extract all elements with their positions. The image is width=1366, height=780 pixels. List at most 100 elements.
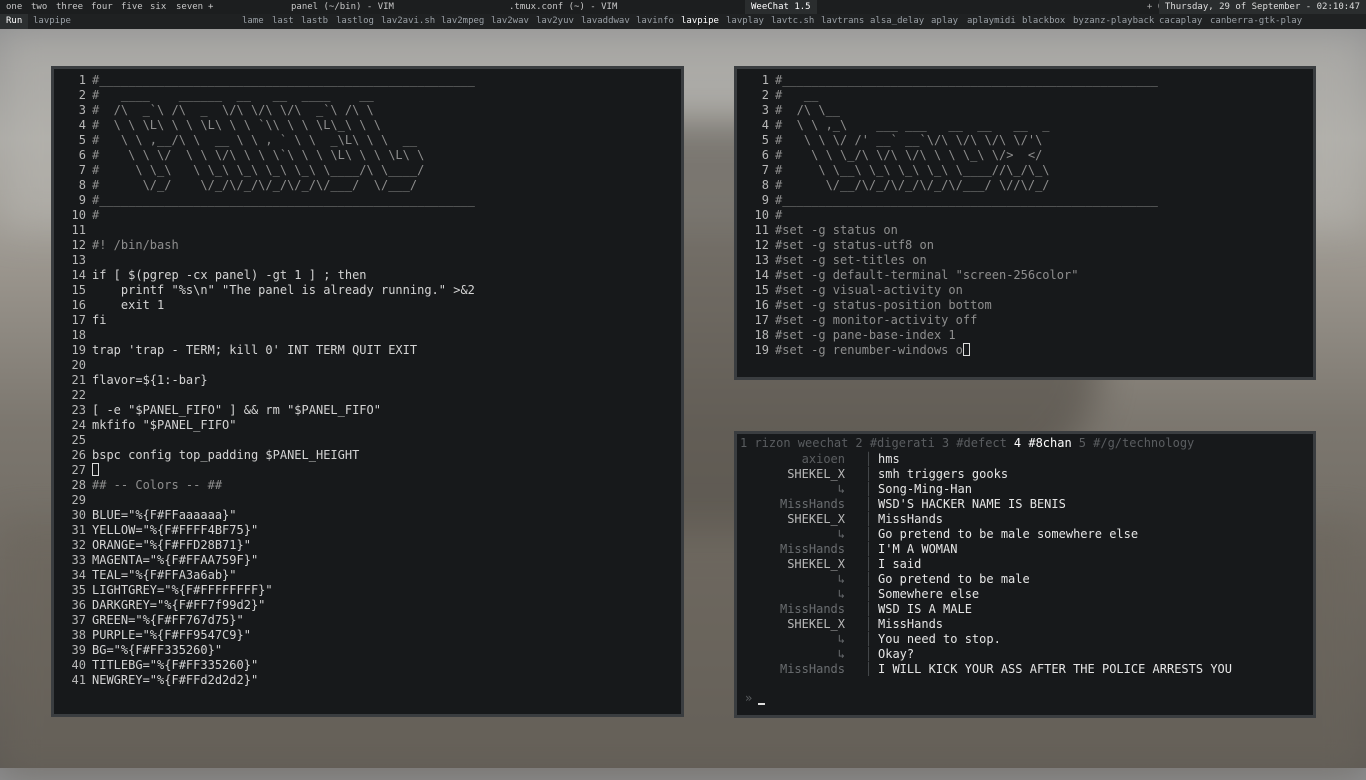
code-line[interactable]: 4 # \ \ ,_\ ___ ___ __ __ __ _ (747, 118, 1158, 133)
workspace-one[interactable]: one (6, 0, 22, 14)
run-suggestion[interactable]: byzanz-playback (1073, 14, 1154, 29)
workspace-two[interactable]: two (31, 0, 47, 14)
code-line[interactable]: 16 exit 1 (64, 298, 475, 313)
code-line[interactable]: 33 MAGENTA="%{F#FFAA759F}" (64, 553, 475, 568)
code-line[interactable]: 11 (64, 223, 475, 238)
run-suggestion[interactable]: lav2mpeg (441, 14, 484, 29)
nick[interactable]: SHEKEL_X (737, 617, 845, 632)
run-suggestion[interactable]: lav2avi.sh (381, 14, 435, 29)
nick[interactable]: MissHands (737, 662, 845, 677)
nick[interactable]: MissHands (737, 602, 845, 617)
weechat-tab[interactable]: 4 #8chan (1014, 436, 1072, 450)
workspace-three[interactable]: three (56, 0, 83, 14)
run-suggestion[interactable]: lavtrans (821, 14, 864, 29)
code-line[interactable]: 3 # /\ \__ (747, 103, 1158, 118)
code-line[interactable]: 5 # \ \ ,__/\ \ __ \ \ , ` \ \ _\L\ \ \ _… (64, 133, 475, 148)
run-suggestion[interactable]: lavtc.sh (771, 14, 814, 29)
code-line[interactable]: 12 #! /bin/bash (64, 238, 475, 253)
run-suggestion[interactable]: lame (242, 14, 264, 29)
code-line[interactable]: 32 ORANGE="%{F#FFD28B71}" (64, 538, 475, 553)
weechat-tab[interactable]: 5 #/g/technology (1079, 436, 1195, 450)
code-line[interactable]: 9 #______________________________________… (64, 193, 475, 208)
code-line[interactable]: 11 #set -g status on (747, 223, 1158, 238)
code-line[interactable]: 16 #set -g status-position bottom (747, 298, 1158, 313)
weechat-tab[interactable]: 2 #digerati (855, 436, 934, 450)
code-line[interactable]: 3 # /\ _`\ /\ _ \/\ \/\ \/\ _`\ /\ \ (64, 103, 475, 118)
code-line[interactable]: 38 PURPLE="%{F#FF9547C9}" (64, 628, 475, 643)
code-line[interactable]: 40 TITLEBG="%{F#FF335260}" (64, 658, 475, 673)
vim-buffer-tmux[interactable]: 1 #______________________________________… (747, 73, 1158, 358)
weechat-tab[interactable]: 1 rizon weechat (740, 436, 848, 450)
window-title-1[interactable]: .tmux.conf (~) - VIM (509, 0, 617, 14)
code-line[interactable]: 15 printf "%s\n" "The panel is already r… (64, 283, 475, 298)
run-suggestion[interactable]: aplay (931, 14, 958, 29)
code-line[interactable]: 22 (64, 388, 475, 403)
code-line[interactable]: 41 NEWGREY="%{F#FFd2d2d2}" (64, 673, 475, 688)
code-line[interactable]: 39 BG="%{F#FF335260}" (64, 643, 475, 658)
run-suggestion[interactable]: lavaddwav (581, 14, 630, 29)
code-line[interactable]: 2 # __ (747, 88, 1158, 103)
code-line[interactable]: 35 LIGHTGREY="%{F#FFFFFFFF}" (64, 583, 475, 598)
code-line[interactable]: 10 # (747, 208, 1158, 223)
weechat-input-line[interactable]: » (745, 691, 766, 705)
code-line[interactable]: 18 #set -g pane-base-index 1 (747, 328, 1158, 343)
vim-buffer-panel[interactable]: 1 #______________________________________… (64, 73, 475, 688)
code-line[interactable]: 34 TEAL="%{F#FFA3a6ab}" (64, 568, 475, 583)
run-suggestion[interactable]: cacaplay (1159, 14, 1202, 29)
run-suggestion[interactable]: lastlog (336, 14, 374, 29)
code-line[interactable]: 17 fi (64, 313, 475, 328)
workspace-six[interactable]: six (150, 0, 166, 14)
code-line[interactable]: 14 #set -g default-terminal "screen-256co… (747, 268, 1158, 283)
run-suggestion[interactable]: lav2wav (491, 14, 529, 29)
weechat-tab[interactable]: 3 #defect (942, 436, 1007, 450)
code-line[interactable]: 36 DARKGREY="%{F#FF7f99d2}" (64, 598, 475, 613)
weechat-window[interactable]: 1 rizon weechat 2 #digerati 3 #defect 4 #8c… (734, 431, 1316, 718)
code-line[interactable]: 5 # \ \ \/ /' __` __`\/\ \/\ \/\ \/'\ (747, 133, 1158, 148)
code-line[interactable]: 6 # \ \ \/ \ \ \/\ \ \ \`\ \ \ \L\ \ \ \L… (64, 148, 475, 163)
code-line[interactable]: 23 [ -e "$PANEL_FIFO" ] && rm "$PANEL_FIF… (64, 403, 475, 418)
code-line[interactable]: 28 ## -- Colors -- ## (64, 478, 475, 493)
code-line[interactable]: 1 #______________________________________… (64, 73, 475, 88)
run-suggestion[interactable]: lastb (301, 14, 328, 29)
workspace-seven[interactable]: seven (176, 0, 203, 14)
code-line[interactable]: 20 (64, 358, 475, 373)
code-line[interactable]: 18 (64, 328, 475, 343)
workspace-add[interactable]: + (208, 0, 213, 14)
run-suggestion[interactable]: last (272, 14, 294, 29)
run-suggestion[interactable]: lav2yuv (536, 14, 574, 29)
code-line[interactable]: 10 # (64, 208, 475, 223)
run-suggestion[interactable]: aplaymidi (967, 14, 1016, 29)
code-line[interactable]: 13 #set -g set-titles on (747, 253, 1158, 268)
nick[interactable]: MissHands (737, 497, 845, 512)
code-line[interactable]: 4 # \ \ \L\ \ \ \L\ \ \ `\\ \ \ \L\_\ \ \ (64, 118, 475, 133)
code-line[interactable]: 15 #set -g visual-activity on (747, 283, 1158, 298)
nick[interactable]: axioen (737, 452, 845, 467)
code-line[interactable]: 6 # \ \ \_/\ \/\ \/\ \ \ \_\ \/> </ (747, 148, 1158, 163)
code-line[interactable]: 1 #______________________________________… (747, 73, 1158, 88)
code-line[interactable]: 12 #set -g status-utf8 on (747, 238, 1158, 253)
run-input[interactable]: lavpipe (33, 14, 71, 29)
code-line[interactable]: 37 GREEN="%{F#FF767d75}" (64, 613, 475, 628)
workspace-five[interactable]: five (121, 0, 143, 14)
nick[interactable]: SHEKEL_X (737, 557, 845, 572)
vim-tmux-window[interactable]: 1 #______________________________________… (734, 66, 1316, 380)
code-line[interactable]: 31 YELLOW="%{F#FFFF4BF75}" (64, 523, 475, 538)
nick[interactable]: MissHands (737, 542, 845, 557)
code-line[interactable]: 8 # \/__/\/_/\/_/\/_/\/___/ \//\/_/ (747, 178, 1158, 193)
code-line[interactable]: 14 if [ $(pgrep -cx panel) -gt 1 ] ; then (64, 268, 475, 283)
code-line[interactable]: 17 #set -g monitor-activity off (747, 313, 1158, 328)
code-line[interactable]: 30 BLUE="%{F#FFaaaaaa}" (64, 508, 475, 523)
code-line[interactable]: 29 (64, 493, 475, 508)
run-suggestion[interactable]: lavpipe (681, 14, 719, 29)
code-line[interactable]: 19 #set -g renumber-windows o (747, 343, 1158, 358)
code-line[interactable]: 26 bspc config top_padding $PANEL_HEIGHT (64, 448, 475, 463)
code-line[interactable]: 7 # \ \_\ \ \_\ \_\ \_\ \_\ \____/\ \____… (64, 163, 475, 178)
window-title-2[interactable]: WeeChat 1.5 (745, 0, 817, 14)
code-line[interactable]: 2 # ____ ______ __ __ ____ __ (64, 88, 475, 103)
vim-panel-window[interactable]: 1 #______________________________________… (51, 66, 684, 717)
code-line[interactable]: 13 (64, 253, 475, 268)
nick[interactable]: SHEKEL_X (737, 467, 845, 482)
window-title-0[interactable]: panel (~/bin) - VIM (291, 0, 394, 14)
nick[interactable]: SHEKEL_X (737, 512, 845, 527)
code-line[interactable]: 7 # \ \__\ \_\ \_\ \_\ \____//\_/\_\ (747, 163, 1158, 178)
